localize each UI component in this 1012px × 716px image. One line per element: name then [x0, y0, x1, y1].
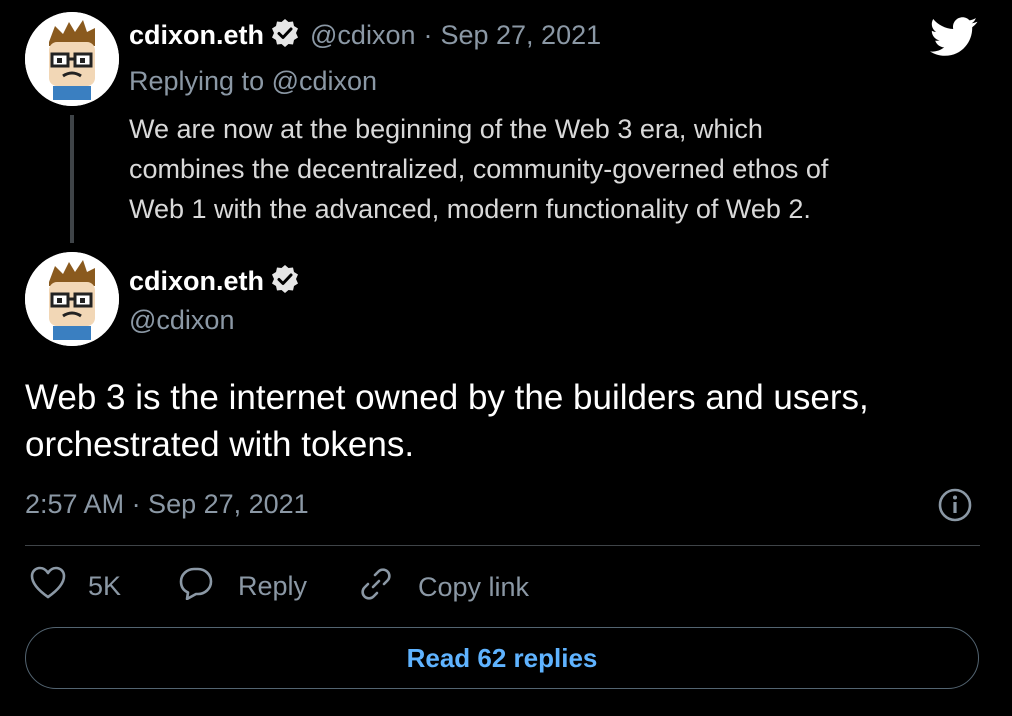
info-icon[interactable]: [937, 487, 973, 528]
parent-text-line: Web 1 with the advanced, modern function…: [129, 194, 811, 224]
divider: [25, 545, 980, 546]
main-text-line: Web 3 is the internet owned by the build…: [25, 378, 869, 417]
parent-text-line: We are now at the beginning of the Web 3…: [129, 114, 763, 144]
main-tweet-text: Web 3 is the internet owned by the build…: [25, 374, 995, 468]
like-count: 5K: [88, 571, 122, 601]
read-replies-label: Read 62 replies: [406, 642, 598, 673]
like-button[interactable]: 5K: [30, 566, 121, 607]
speech-bubble-icon: [178, 566, 214, 607]
main-avatar[interactable]: [25, 252, 119, 346]
link-icon: [358, 566, 394, 609]
parent-tweet-header: cdixon.eth @cdixon · Sep 27, 2021: [129, 18, 601, 53]
reply-label: Reply: [238, 571, 308, 601]
parent-text-line: combines the decentralized, community-go…: [129, 154, 829, 184]
main-handle[interactable]: @cdixon: [129, 303, 234, 337]
main-tweet-author: cdixon.eth: [129, 264, 300, 299]
read-replies-button[interactable]: Read 62 replies: [25, 627, 979, 689]
replying-to-label[interactable]: Replying to @cdixon: [129, 64, 377, 98]
header-separator: ·: [423, 20, 433, 50]
main-display-name[interactable]: cdixon.eth: [129, 266, 264, 297]
heart-icon: [30, 566, 66, 607]
tweet-timestamp[interactable]: 2:57 AM · Sep 27, 2021: [25, 487, 309, 521]
parent-date[interactable]: Sep 27, 2021: [440, 20, 601, 51]
parent-handle[interactable]: @cdixon: [310, 20, 415, 51]
reply-button[interactable]: Reply: [178, 566, 307, 607]
parent-avatar[interactable]: [25, 12, 119, 106]
avatar-illustration: [25, 252, 119, 346]
twitter-bird-icon[interactable]: [930, 17, 978, 62]
copy-link-label: Copy link: [418, 572, 530, 602]
verified-badge-icon: [270, 18, 300, 53]
thread-connector-line: [70, 115, 74, 243]
copy-link-button[interactable]: Copy link: [358, 566, 529, 609]
verified-badge-icon: [270, 264, 300, 299]
main-text-line: orchestrated with tokens.: [25, 425, 415, 464]
parent-display-name[interactable]: cdixon.eth: [129, 20, 264, 51]
parent-tweet-text: We are now at the beginning of the Web 3…: [129, 109, 989, 229]
avatar-illustration: [25, 12, 119, 106]
